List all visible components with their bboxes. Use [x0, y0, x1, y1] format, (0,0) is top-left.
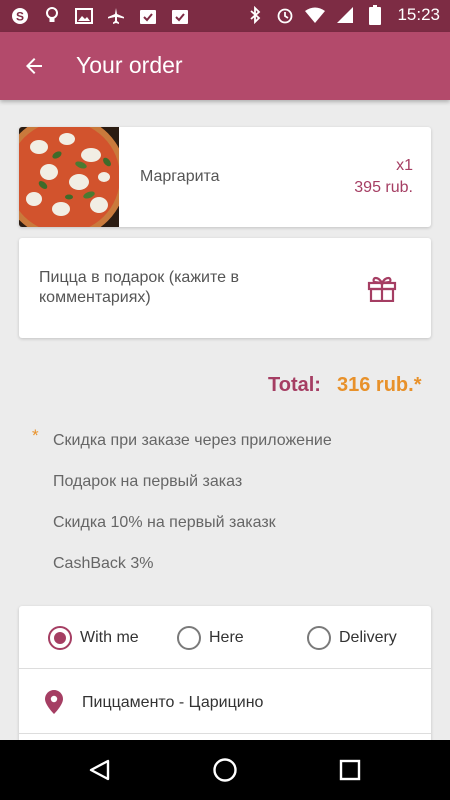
wifi-icon: [305, 5, 326, 25]
radio-label: Here: [209, 629, 244, 646]
total-label: Total:: [268, 374, 321, 396]
note-item: Скидка 10% на первый заказк: [53, 514, 276, 531]
nav-recent-button[interactable]: [336, 756, 364, 784]
checklist-icon: [170, 6, 190, 26]
location-pin-icon: [45, 690, 63, 714]
radio-label: Delivery: [339, 629, 397, 646]
radio-here[interactable]: Here: [177, 625, 244, 651]
note-item: CashBack 3%: [53, 555, 154, 572]
delivery-options: With me Here Delivery: [19, 606, 431, 669]
clock: 15:23: [397, 5, 440, 24]
svg-text:S: S: [16, 10, 24, 24]
note-item: Скидка при заказе через приложение: [53, 432, 332, 449]
alarm-icon: [275, 5, 295, 25]
gift-icon[interactable]: [367, 274, 397, 302]
app-bar: Your order: [0, 32, 450, 100]
airplane-icon: [106, 6, 126, 26]
back-button[interactable]: [14, 46, 54, 86]
skype-icon: S: [10, 6, 30, 26]
radio-button[interactable]: [177, 626, 201, 650]
image-icon: [74, 6, 94, 26]
triangle-back-icon: [89, 759, 110, 781]
arrow-left-icon: [26, 58, 42, 74]
circle-home-icon: [213, 758, 237, 782]
gift-card[interactable]: Пицца в подарок (кажите в комментариях): [19, 238, 431, 338]
lightbulb-icon: [42, 6, 62, 26]
status-bar: S 15:23: [0, 0, 450, 32]
item-quantity: x1: [396, 157, 413, 174]
location-name: Пиццаменто - Царицино: [82, 694, 264, 711]
checklist-icon: [138, 6, 158, 26]
gift-text: Пицца в подарок (кажите в комментариях): [39, 269, 239, 306]
order-item-card[interactable]: Маргарита x1 395 rub.: [19, 127, 431, 227]
item-price: 395 rub.: [354, 179, 413, 196]
radio-button[interactable]: [307, 626, 331, 650]
notes-asterisk: *: [32, 426, 39, 445]
item-name: Маргарита: [140, 168, 220, 185]
nav-home-button[interactable]: [211, 756, 239, 784]
nav-back-button[interactable]: [86, 756, 114, 784]
status-right-icons: 15:23: [245, 5, 440, 25]
total-value: 316 rub.*: [337, 374, 422, 396]
system-nav-bar: [0, 740, 450, 800]
square-recents-icon: [339, 759, 361, 781]
radio-button-checked[interactable]: [48, 626, 72, 650]
bluetooth-icon: [245, 5, 265, 25]
delivery-card: With me Here Delivery Пиццаменто - Цариц…: [19, 606, 431, 756]
note-item: Подарок на первый заказ: [53, 473, 243, 490]
radio-with-me[interactable]: With me: [48, 625, 139, 651]
location-selector[interactable]: Пиццаменто - Царицино: [19, 670, 431, 734]
signal-icon: [335, 5, 355, 25]
status-left-icons: S: [10, 6, 190, 26]
page-title: Your order: [76, 52, 183, 78]
radio-label: With me: [80, 629, 139, 646]
pizza-image: [19, 127, 119, 227]
radio-delivery[interactable]: Delivery: [307, 625, 397, 651]
battery-icon: [365, 5, 385, 25]
